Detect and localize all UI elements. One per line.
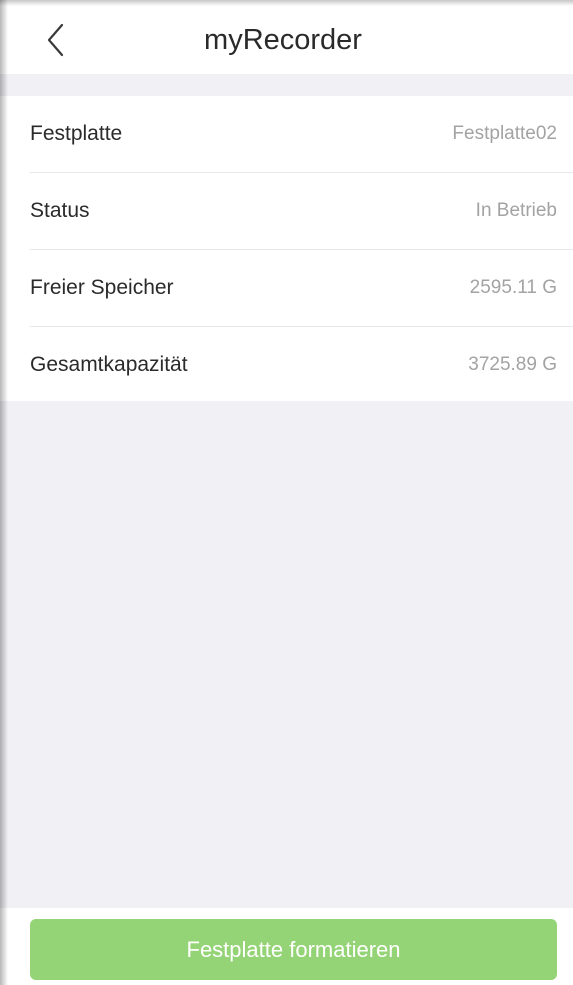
status-label: Status xyxy=(30,199,90,222)
disk-name-label: Festplatte xyxy=(30,122,123,145)
format-disk-button[interactable]: Festplatte formatieren xyxy=(30,919,557,980)
free-space-row: Freier Speicher 2595.11 G xyxy=(30,250,573,327)
total-capacity-value: 3725.89 G xyxy=(468,354,557,375)
navigation-bar: myRecorder xyxy=(0,0,573,74)
disk-info-list: Festplatte Festplatte02 Status In Betrie… xyxy=(0,96,573,401)
free-space-value: 2595.11 G xyxy=(469,277,557,298)
bottom-action-bar: Festplatte formatieren xyxy=(0,908,573,985)
status-row: Status In Betrieb xyxy=(30,173,573,250)
status-value: In Betrieb xyxy=(475,200,557,221)
free-space-label: Freier Speicher xyxy=(30,276,174,299)
screen: myRecorder Festplatte Festplatte02 Statu… xyxy=(0,0,573,985)
total-capacity-row: Gesamtkapazität 3725.89 G xyxy=(30,327,573,403)
disk-name-value: Festplatte02 xyxy=(452,123,557,144)
page-title: myRecorder xyxy=(204,24,362,56)
disk-name-row: Festplatte Festplatte02 xyxy=(30,96,573,173)
total-capacity-label: Gesamtkapazität xyxy=(30,353,188,376)
